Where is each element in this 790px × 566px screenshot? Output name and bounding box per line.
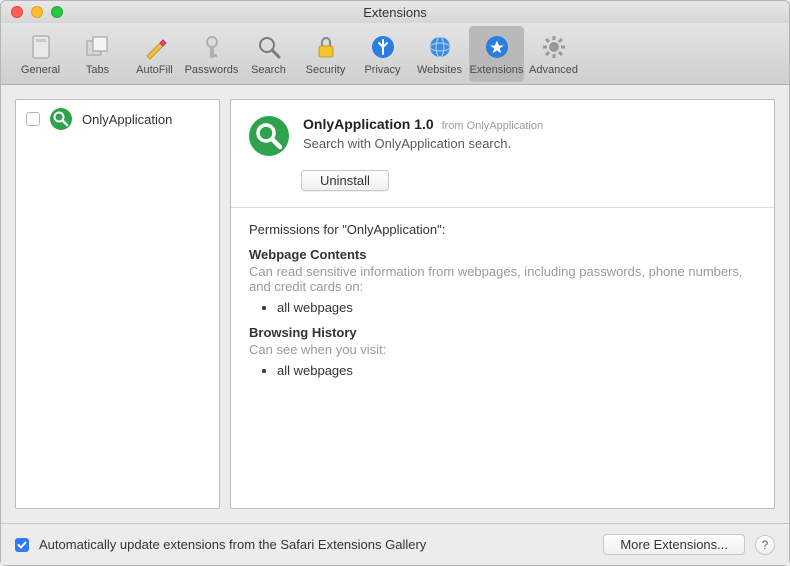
toolbar-privacy-label: Privacy <box>364 64 400 76</box>
more-extensions-button[interactable]: More Extensions... <box>603 534 745 555</box>
perm-webpage-contents-desc: Can read sensitive information from webp… <box>249 264 756 294</box>
toolbar-advanced[interactable]: Advanced <box>526 26 581 82</box>
advanced-icon <box>539 32 569 62</box>
perm-item: all webpages <box>277 363 756 378</box>
toolbar-advanced-label: Advanced <box>529 64 578 76</box>
extension-enable-checkbox[interactable] <box>26 112 40 126</box>
extensions-icon <box>482 32 512 62</box>
tabs-icon <box>83 32 113 62</box>
toolbar-extensions[interactable]: Extensions <box>469 26 524 82</box>
perm-browsing-history-desc: Can see when you visit: <box>249 342 756 357</box>
perm-webpage-contents-heading: Webpage Contents <box>249 247 756 262</box>
websites-icon <box>425 32 455 62</box>
uninstall-button[interactable]: Uninstall <box>301 170 389 191</box>
toolbar-tabs-label: Tabs <box>86 64 109 76</box>
extension-from: from OnlyApplication <box>442 120 544 132</box>
perm-browsing-history-heading: Browsing History <box>249 325 756 340</box>
extension-icon-small <box>50 108 72 130</box>
permissions-title: Permissions for "OnlyApplication": <box>249 222 756 237</box>
toolbar-websites-label: Websites <box>417 64 462 76</box>
toolbar-security[interactable]: Security <box>298 26 353 82</box>
help-button[interactable]: ? <box>755 535 775 555</box>
window-title: Extensions <box>1 5 789 20</box>
toolbar-passwords[interactable]: Passwords <box>184 26 239 82</box>
autofill-icon <box>140 32 170 62</box>
privacy-icon <box>368 32 398 62</box>
close-window-button[interactable] <box>11 6 23 18</box>
extension-title: OnlyApplication 1.0 <box>303 116 434 132</box>
auto-update-label: Automatically update extensions from the… <box>39 537 593 552</box>
toolbar-search[interactable]: Search <box>241 26 296 82</box>
extension-title-line: OnlyApplication 1.0 from OnlyApplication <box>303 116 543 132</box>
titlebar: Extensions <box>1 1 789 23</box>
search-icon <box>254 32 284 62</box>
toolbar-general[interactable]: General <box>13 26 68 82</box>
security-icon <box>311 32 341 62</box>
toolbar-passwords-label: Passwords <box>185 64 239 76</box>
extension-icon-large <box>249 116 289 156</box>
footer-bar: Automatically update extensions from the… <box>1 523 789 565</box>
uninstall-row: Uninstall <box>231 164 774 207</box>
toolbar-websites[interactable]: Websites <box>412 26 467 82</box>
permissions-section: Permissions for "OnlyApplication": Webpa… <box>231 208 774 398</box>
preferences-toolbar: General Tabs AutoFill Passwords Search <box>1 23 789 85</box>
passwords-icon <box>197 32 227 62</box>
toolbar-general-label: General <box>21 64 60 76</box>
zoom-window-button[interactable] <box>51 6 63 18</box>
toolbar-search-label: Search <box>251 64 286 76</box>
traffic-lights <box>11 6 63 18</box>
toolbar-autofill[interactable]: AutoFill <box>127 26 182 82</box>
extensions-sidebar: OnlyApplication <box>15 99 220 509</box>
extension-description: Search with OnlyApplication search. <box>303 136 543 151</box>
perm-browsing-history-list: all webpages <box>249 363 756 378</box>
extension-detail: OnlyApplication 1.0 from OnlyApplication… <box>230 99 775 509</box>
content-area: OnlyApplication OnlyApplication 1.0 from… <box>1 85 789 523</box>
sidebar-extension-name: OnlyApplication <box>82 112 172 127</box>
window: Extensions General Tabs AutoFill Passwor… <box>0 0 790 566</box>
sidebar-extension-row[interactable]: OnlyApplication <box>16 100 219 138</box>
auto-update-checkbox[interactable] <box>15 538 29 552</box>
toolbar-privacy[interactable]: Privacy <box>355 26 410 82</box>
extension-meta: OnlyApplication 1.0 from OnlyApplication… <box>303 116 543 156</box>
toolbar-security-label: Security <box>306 64 346 76</box>
toolbar-autofill-label: AutoFill <box>136 64 173 76</box>
perm-webpage-contents-list: all webpages <box>249 300 756 315</box>
toolbar-extensions-label: Extensions <box>470 64 524 76</box>
minimize-window-button[interactable] <box>31 6 43 18</box>
perm-item: all webpages <box>277 300 756 315</box>
general-icon <box>26 32 56 62</box>
extension-header: OnlyApplication 1.0 from OnlyApplication… <box>231 100 774 164</box>
toolbar-tabs[interactable]: Tabs <box>70 26 125 82</box>
